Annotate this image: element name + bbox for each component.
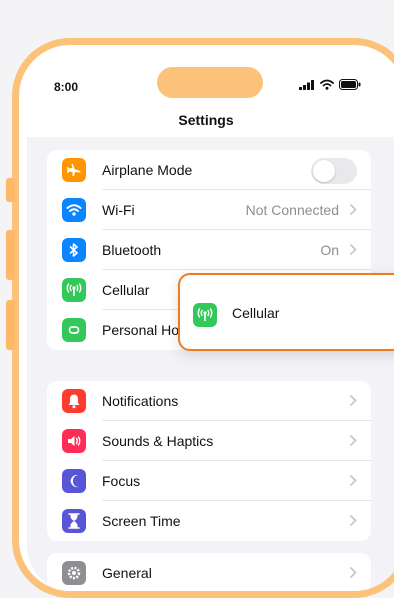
wifi-status-value: Not Connected — [245, 202, 339, 218]
personal-hotspot-icon — [62, 318, 86, 342]
moon-icon — [62, 469, 86, 493]
chevron-right-icon — [349, 434, 357, 447]
bluetooth-icon — [62, 238, 86, 262]
chevron-right-icon — [349, 474, 357, 487]
wifi-icon — [62, 198, 86, 222]
status-time: 8:00 — [54, 80, 79, 94]
callout-label: Cellular — [232, 305, 280, 321]
settings-row-airplane-mode[interactable]: Airplane Mode — [47, 150, 371, 190]
cellular-antenna-icon — [193, 303, 217, 327]
settings-row-label: Sounds & Haptics — [102, 433, 214, 449]
toggle-knob — [313, 160, 335, 182]
settings-row-label: Notifications — [102, 393, 179, 409]
status-icons — [299, 79, 361, 90]
page-title: Settings — [27, 103, 394, 137]
cellular-antenna-icon — [62, 278, 86, 302]
settings-group-notifications: Notifications Sounds & Haptics Focus Scr… — [47, 381, 371, 541]
settings-row-general[interactable]: General — [47, 553, 371, 591]
settings-row-screen-time[interactable]: Screen Time — [47, 501, 371, 541]
bluetooth-status-value: On — [320, 242, 339, 258]
phone-volume-down-button — [6, 300, 15, 350]
hourglass-icon — [62, 509, 86, 533]
settings-row-label: Personal Ho — [102, 322, 180, 338]
signal-icon — [299, 79, 314, 90]
cellular-highlight-callout[interactable]: Cellular — [178, 273, 394, 351]
settings-group-general: General — [47, 553, 371, 591]
settings-row-notifications[interactable]: Notifications — [47, 381, 371, 421]
settings-row-wifi[interactable]: Wi-Fi Not Connected — [47, 190, 371, 230]
dynamic-island — [157, 67, 263, 98]
wifi-status-icon — [320, 79, 334, 90]
phone-action-button — [6, 178, 15, 202]
chevron-right-icon — [349, 203, 357, 216]
chevron-right-icon — [349, 566, 357, 579]
settings-row-label: Screen Time — [102, 513, 181, 529]
chevron-right-icon — [349, 514, 357, 527]
settings-row-focus[interactable]: Focus — [47, 461, 371, 501]
battery-icon — [339, 79, 361, 90]
settings-row-label: Wi-Fi — [102, 202, 135, 218]
bell-icon — [62, 389, 86, 413]
chevron-right-icon — [349, 243, 357, 256]
settings-row-label: General — [102, 565, 152, 581]
settings-row-label: Cellular — [102, 282, 150, 298]
settings-row-label: Focus — [102, 473, 141, 489]
settings-row-label: Airplane Mode — [102, 162, 193, 178]
phone-volume-up-button — [6, 230, 15, 280]
chevron-right-icon — [349, 394, 357, 407]
settings-row-sounds-haptics[interactable]: Sounds & Haptics — [47, 421, 371, 461]
settings-row-bluetooth[interactable]: Bluetooth On — [47, 230, 371, 270]
airplane-mode-toggle[interactable] — [311, 158, 357, 184]
speaker-icon — [62, 429, 86, 453]
settings-row-label: Bluetooth — [102, 242, 162, 258]
gear-icon — [62, 561, 86, 585]
airplane-icon — [62, 158, 86, 182]
